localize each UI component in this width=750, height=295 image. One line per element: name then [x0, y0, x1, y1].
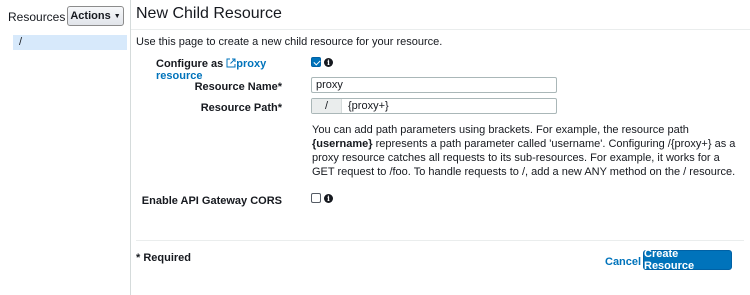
info-icon[interactable]: i	[324, 57, 333, 67]
external-link-icon	[226, 58, 236, 68]
cancel-button[interactable]: Cancel	[605, 256, 641, 268]
caret-down-icon: ▼	[113, 12, 121, 20]
resource-path-prefix: /	[312, 99, 342, 113]
create-resource-button[interactable]: Create Resource	[643, 248, 732, 272]
configure-proxy-checkbox[interactable]	[311, 57, 321, 67]
resource-path-help-text: You can add path parameters using bracke…	[312, 123, 744, 179]
title-divider	[131, 29, 750, 30]
resource-name-input[interactable]: proxy	[311, 77, 557, 93]
required-note: * Required	[136, 252, 192, 264]
resource-tree-item-root[interactable]: /	[13, 35, 127, 50]
footer-divider	[136, 240, 744, 241]
resource-name-value: proxy	[316, 79, 343, 91]
help-text-bold: {username}	[312, 138, 373, 150]
resources-title: Resources	[8, 10, 66, 24]
info-icon[interactable]: i	[324, 193, 333, 203]
resources-panel: Resources Actions ▼ /	[0, 0, 131, 295]
enable-cors-checkbox[interactable]	[311, 193, 321, 203]
actions-dropdown-button[interactable]: Actions ▼	[67, 6, 124, 26]
enable-cors-control: i	[311, 193, 333, 203]
enable-cors-label: Enable API Gateway CORS	[141, 195, 282, 207]
help-text-part2: represents a path parameter called 'user…	[312, 138, 736, 178]
resource-path-input[interactable]: / {proxy+}	[311, 98, 557, 114]
page-title: New Child Resource	[136, 5, 282, 22]
resource-name-label: Resource Name*	[194, 81, 282, 93]
actions-label: Actions	[70, 10, 111, 22]
resource-path-value: {proxy+}	[348, 100, 389, 112]
resource-tree-item-label: /	[19, 36, 23, 48]
resources-header: Resources Actions ▼	[0, 0, 131, 30]
configure-proxy-control: i	[311, 57, 333, 67]
resource-path-label: Resource Path*	[200, 102, 282, 114]
intro-text: Use this page to create a new child reso…	[136, 36, 443, 48]
configure-proxy-prefix: Configure as	[156, 58, 224, 70]
configure-proxy-label: Configure as proxy resource	[156, 58, 288, 82]
help-text-part1: You can add path parameters using bracke…	[312, 124, 689, 136]
